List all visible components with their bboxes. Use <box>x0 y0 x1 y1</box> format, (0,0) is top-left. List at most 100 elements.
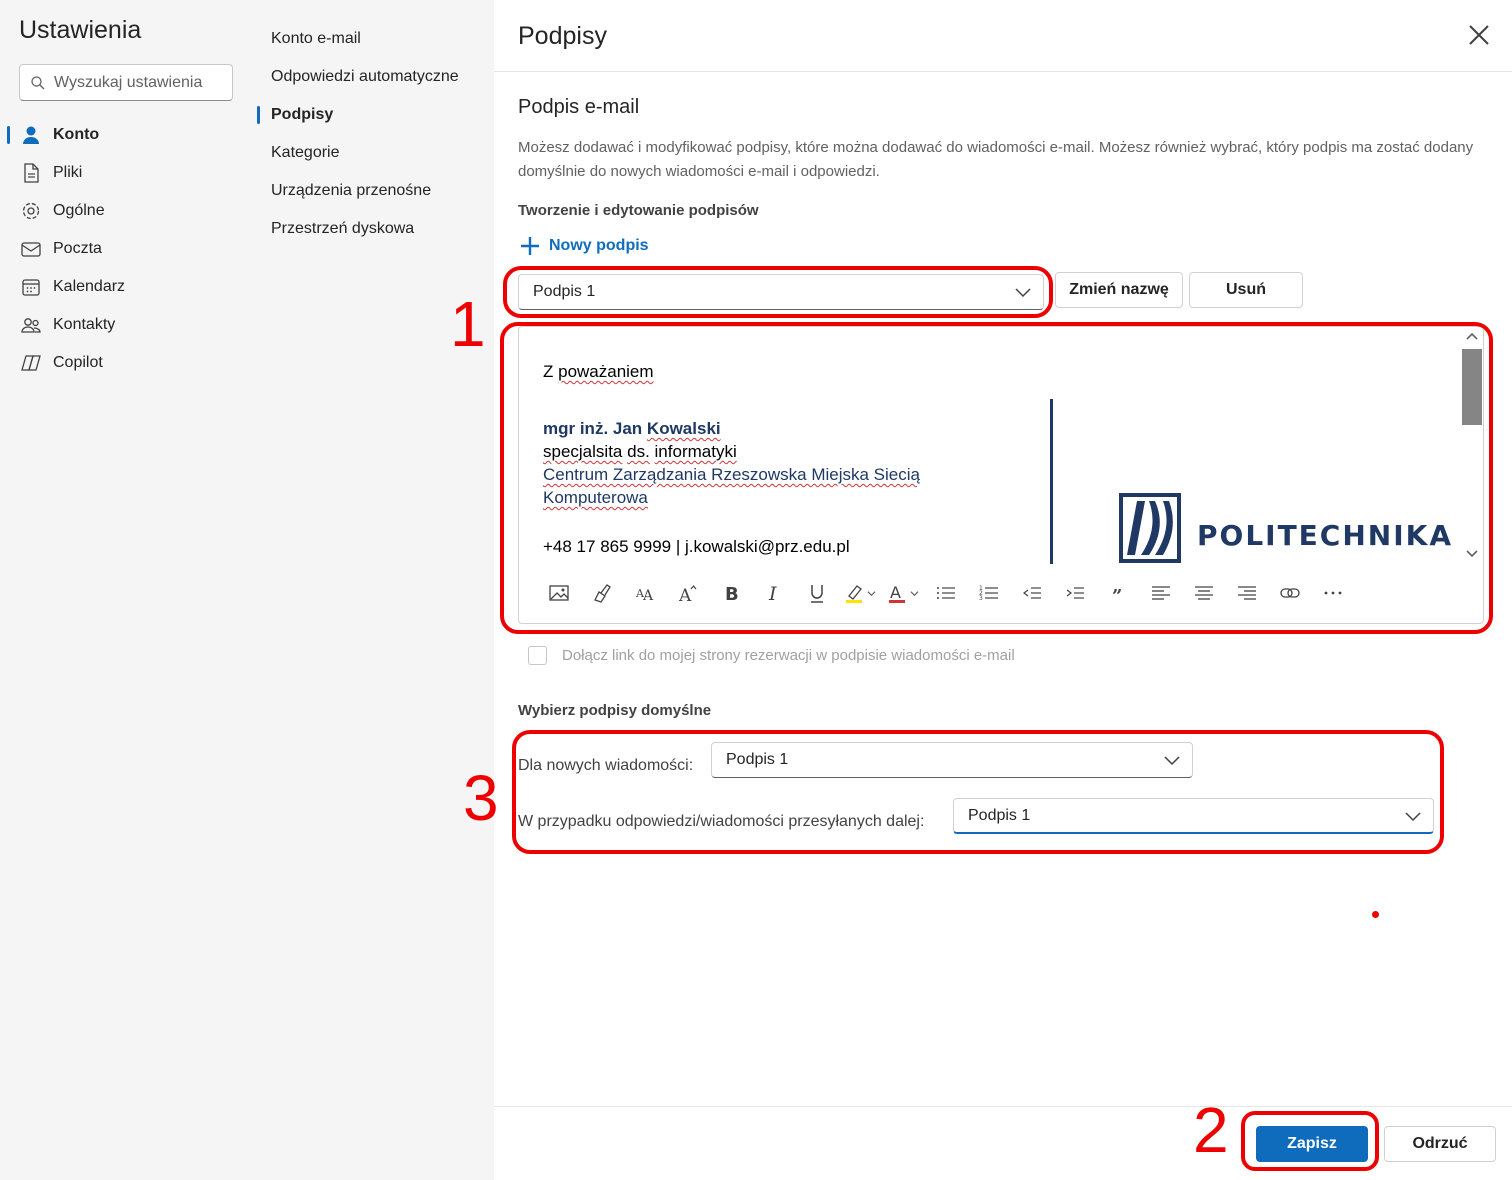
decrease-indent-button[interactable] <box>1010 575 1053 611</box>
signature-role: specjalsita ds. informatyki <box>543 440 920 463</box>
align-right-icon <box>1237 586 1256 600</box>
signature-greeting: Z poważaniem <box>543 360 654 383</box>
sidebar-item-ogolne[interactable]: Ogólne <box>0 192 256 230</box>
font-size-button[interactable]: AA <box>623 575 666 611</box>
calendar-icon <box>22 279 40 296</box>
sidebar-item-label: Konto <box>53 126 100 143</box>
chevron-down-icon <box>1164 756 1180 766</box>
annotation-number-2: 2 <box>1193 1094 1229 1166</box>
italic-icon: I <box>768 583 777 604</box>
annotation-number-3: 3 <box>463 762 499 834</box>
insert-link-button[interactable] <box>1268 575 1311 611</box>
account-subnav: Konto e-mail Odpowiedzi automatyczne Pod… <box>256 0 494 1180</box>
subnav-item-email-account[interactable]: Konto e-mail <box>271 28 361 50</box>
sidebar-item-label: Kontakty <box>53 316 116 333</box>
bold-icon: B <box>725 584 739 604</box>
settings-sidebar: Ustawienia Wyszukaj ustawienia Konto Pli… <box>0 0 256 1180</box>
scroll-up-icon[interactable] <box>1465 331 1479 341</box>
save-button[interactable]: Zapisz <box>1256 1126 1368 1162</box>
font-color-icon: A <box>889 583 905 603</box>
panel-title: Podpisy <box>518 22 607 50</box>
sidebar-item-copilot[interactable]: Copilot <box>0 344 256 382</box>
align-left-button[interactable] <box>1139 575 1182 611</box>
link-icon <box>1279 588 1300 598</box>
signature-contact: +48 17 865 9999 | j.kowalski@prz.edu.pl <box>543 537 850 556</box>
svg-text:B: B <box>725 584 739 604</box>
increase-indent-button[interactable] <box>1053 575 1096 611</box>
close-icon[interactable] <box>1466 22 1492 48</box>
signature-name: mgr inż. Jan Kowalski <box>543 417 920 440</box>
grow-font-button[interactable]: A <box>666 575 709 611</box>
signature-select[interactable]: Podpis 1 <box>518 274 1044 310</box>
quote-button[interactable]: ” <box>1096 575 1139 611</box>
sidebar-item-kalendarz[interactable]: Kalendarz <box>0 268 256 306</box>
signature-editor[interactable]: Z poważaniem mgr inż. Jan Kowalski specj… <box>518 326 1484 624</box>
signature-org-line1: Centrum Zarządzania Rzeszowska Miejska S… <box>543 465 920 484</box>
align-right-button[interactable] <box>1225 575 1268 611</box>
quote-icon: ” <box>1112 586 1122 604</box>
sidebar-item-konto[interactable]: Konto <box>0 116 256 154</box>
underline-button[interactable] <box>795 575 838 611</box>
new-messages-label: Dla nowych wiadomości: <box>518 757 694 774</box>
align-left-icon <box>1151 586 1170 600</box>
file-icon <box>24 163 39 183</box>
align-center-button[interactable] <box>1182 575 1225 611</box>
discard-button[interactable]: Odrzuć <box>1384 1126 1496 1162</box>
svg-text:I: I <box>768 583 777 604</box>
search-input[interactable]: Wyszukaj ustawienia <box>19 64 233 101</box>
name-last: Kowalski <box>646 419 721 438</box>
rename-button[interactable]: Zmień nazwę <box>1055 272 1183 308</box>
svg-text:3: 3 <box>979 595 983 602</box>
sidebar-item-label: Poczta <box>53 240 102 257</box>
sidebar-item-poczta[interactable]: Poczta <box>0 230 256 268</box>
sidebar-item-pliki[interactable]: Pliki <box>0 154 256 192</box>
scrollbar-thumb[interactable] <box>1462 349 1482 425</box>
more-icon <box>1324 591 1341 595</box>
scroll-down-icon[interactable] <box>1465 549 1479 559</box>
bold-button[interactable]: B <box>709 575 752 611</box>
subnav-item-storage[interactable]: Przestrzeń dyskowa <box>271 218 414 240</box>
new-signature-button[interactable]: Nowy podpis <box>520 236 649 256</box>
numbering-button[interactable]: 123 <box>967 575 1010 611</box>
new-messages-select[interactable]: Podpis 1 <box>711 742 1193 778</box>
greeting-prefix: Z <box>543 362 559 381</box>
sidebar-item-label: Kalendarz <box>53 278 126 295</box>
booking-link-option[interactable]: Dołącz link do mojej strony rezerwacji w… <box>528 646 1015 665</box>
svg-text:”: ” <box>1112 586 1122 604</box>
numbered-list-icon: 123 <box>979 585 998 602</box>
chevron-down-icon <box>1405 812 1421 822</box>
search-placeholder: Wyszukaj ustawienia <box>54 73 203 91</box>
subnav-item-auto-replies[interactable]: Odpowiedzi automatyczne <box>271 66 459 88</box>
font-color-button[interactable]: A <box>881 575 924 611</box>
highlighter-icon <box>846 585 862 603</box>
more-options-button[interactable] <box>1311 575 1354 611</box>
booking-link-checkbox[interactable] <box>528 646 547 665</box>
subnav-item-categories[interactable]: Kategorie <box>271 142 340 164</box>
delete-button[interactable]: Usuń <box>1189 272 1303 308</box>
grow-font-icon: A <box>678 585 696 604</box>
highlight-button[interactable] <box>838 575 881 611</box>
people-icon <box>21 318 41 333</box>
italic-button[interactable]: I <box>752 575 795 611</box>
sidebar-item-kontakty[interactable]: Kontakty <box>0 306 256 344</box>
divider <box>494 71 1512 72</box>
replies-select[interactable]: Podpis 1 <box>953 798 1434 834</box>
annotation-dot <box>1372 911 1379 918</box>
bullets-button[interactable] <box>924 575 967 611</box>
svg-text:A: A <box>678 586 692 604</box>
insert-image-button[interactable] <box>537 575 580 611</box>
underline-icon <box>810 585 823 603</box>
person-icon <box>23 126 39 144</box>
paintbrush-icon <box>593 584 611 603</box>
mail-icon <box>21 242 41 257</box>
format-painter-button[interactable] <box>580 575 623 611</box>
outdent-icon <box>1022 587 1041 599</box>
booking-link-label: Dołącz link do mojej strony rezerwacji w… <box>562 647 1015 664</box>
sidebar-item-label: Ogólne <box>53 202 105 219</box>
replies-label: W przypadku odpowiedzi/wiadomości przesy… <box>518 813 925 830</box>
subnav-item-mobile-devices[interactable]: Urządzenia przenośne <box>271 180 431 202</box>
subnav-item-signatures[interactable]: Podpisy <box>256 104 333 126</box>
image-icon <box>548 585 569 601</box>
annotation-number-1: 1 <box>450 288 486 360</box>
section-description: Możesz dodawać i modyfikować podpisy, kt… <box>518 139 1474 180</box>
